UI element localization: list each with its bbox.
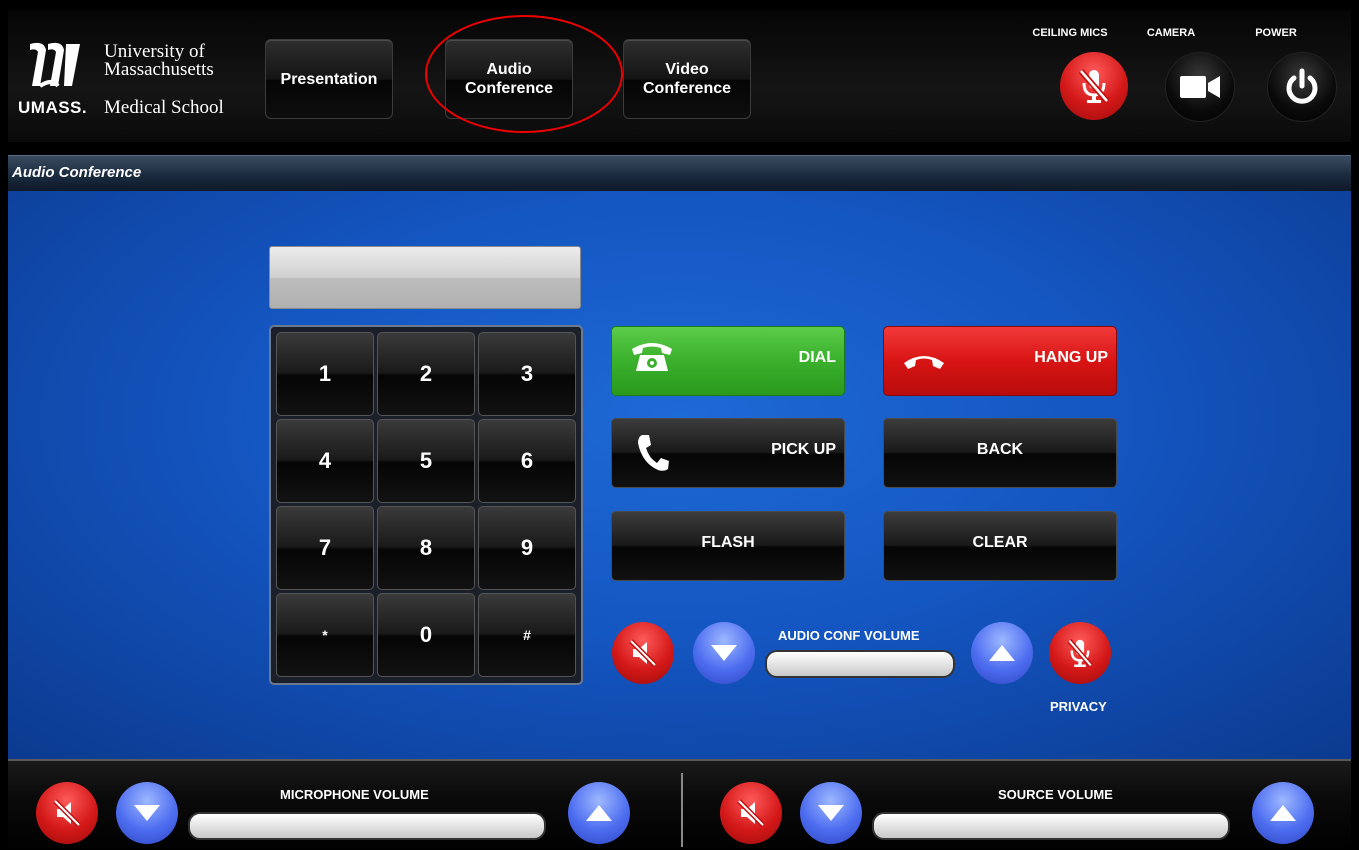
logo-line-2: Massachusetts [104, 59, 214, 80]
ceiling-mics-label: CEILING MICS [1032, 27, 1108, 39]
flash-label: FLASH [701, 534, 755, 551]
header-bar: UMASS. University of Massachusetts Medic… [8, 10, 1351, 142]
audio-conf-volume-label: AUDIO CONF VOLUME [778, 628, 920, 643]
power-icon [1286, 68, 1318, 104]
microphone-volume-slider[interactable] [188, 812, 546, 840]
key-9[interactable]: 9 [478, 506, 576, 590]
touch-panel: UMASS. University of Massachusetts Medic… [8, 10, 1351, 850]
clear-button[interactable]: CLEAR [883, 511, 1117, 581]
logo-umass-text: UMASS. [18, 98, 88, 117]
pick-up-button[interactable]: PICK UP [611, 418, 845, 488]
triangle-down-icon [711, 645, 737, 661]
source-volume-slider[interactable] [872, 812, 1230, 840]
source-volume-down-button[interactable] [800, 782, 862, 844]
key-6[interactable]: 6 [478, 419, 576, 503]
key-7[interactable]: 7 [276, 506, 374, 590]
audio-conf-volume-down-button[interactable] [693, 622, 755, 684]
key-5[interactable]: 5 [377, 419, 475, 503]
footer-divider [681, 773, 683, 847]
tab-video-conference[interactable]: Video Conference [623, 39, 751, 119]
hang-up-label: HANG UP [1034, 349, 1108, 366]
source-volume-label: SOURCE VOLUME [998, 787, 1113, 802]
microphone-volume-down-button[interactable] [116, 782, 178, 844]
audio-conf-volume-slider[interactable] [765, 650, 955, 678]
key-2[interactable]: 2 [377, 332, 475, 416]
mic-muted-icon [1067, 639, 1093, 667]
umass-logo: UMASS. University of Massachusetts Medic… [18, 40, 248, 120]
key-4[interactable]: 4 [276, 419, 374, 503]
source-volume-up-button[interactable] [1252, 782, 1314, 844]
audio-conf-mute-button[interactable] [612, 622, 674, 684]
page-title: Audio Conference [12, 164, 142, 181]
back-button[interactable]: BACK [883, 418, 1117, 488]
dial-button[interactable]: DIAL [611, 326, 845, 396]
hang-up-button[interactable]: HANG UP [883, 326, 1117, 396]
source-mute-button[interactable] [720, 782, 782, 844]
dial-label: DIAL [798, 349, 836, 366]
speaker-muted-icon [53, 799, 81, 827]
tab-audio-conference[interactable]: Audio Conference [445, 39, 573, 119]
camera-button[interactable] [1165, 52, 1235, 122]
key-1[interactable]: 1 [276, 332, 374, 416]
tab-presentation[interactable]: Presentation [265, 39, 393, 119]
privacy-button[interactable] [1049, 622, 1111, 684]
page-title-bar: Audio Conference [8, 155, 1351, 192]
logo-line-3: Medical School [104, 97, 224, 118]
power-button[interactable] [1267, 52, 1337, 122]
key-3[interactable]: 3 [478, 332, 576, 416]
triangle-down-icon [818, 805, 844, 821]
handset-icon [638, 435, 669, 471]
dial-number-display [269, 246, 581, 309]
hang-up-icon [904, 356, 944, 369]
key-star[interactable]: * [276, 593, 374, 677]
microphone-mute-button[interactable] [36, 782, 98, 844]
triangle-up-icon [989, 645, 1015, 661]
video-camera-icon [1180, 76, 1220, 98]
telephone-icon [632, 343, 672, 371]
mic-muted-icon [1078, 69, 1110, 103]
dial-keypad: 1 2 3 4 5 6 7 8 9 * 0 # [269, 325, 583, 685]
microphone-volume-label: MICROPHONE VOLUME [280, 787, 429, 802]
audio-conf-volume-up-button[interactable] [971, 622, 1033, 684]
speaker-muted-icon [629, 639, 657, 667]
triangle-up-icon [586, 805, 612, 821]
triangle-down-icon [134, 805, 160, 821]
clear-label: CLEAR [972, 534, 1028, 551]
privacy-label: PRIVACY [1050, 699, 1107, 714]
key-hash[interactable]: # [478, 593, 576, 677]
power-label: POWER [1255, 27, 1297, 39]
flash-button[interactable]: FLASH [611, 511, 845, 581]
triangle-up-icon [1270, 805, 1296, 821]
microphone-volume-up-button[interactable] [568, 782, 630, 844]
key-8[interactable]: 8 [377, 506, 475, 590]
footer-volume-bar: MICROPHONE VOLUME SOURCE VOLUME [8, 759, 1351, 850]
audio-conference-panel: 1 2 3 4 5 6 7 8 9 * 0 # DIAL HANG UP PIC… [8, 191, 1351, 759]
back-label: BACK [976, 441, 1024, 458]
ceiling-mics-mute-button[interactable] [1060, 52, 1128, 120]
speaker-muted-icon [737, 799, 765, 827]
camera-label: CAMERA [1146, 27, 1196, 39]
pick-up-label: PICK UP [771, 441, 836, 458]
key-0[interactable]: 0 [377, 593, 475, 677]
um-logo-mark [30, 42, 80, 88]
